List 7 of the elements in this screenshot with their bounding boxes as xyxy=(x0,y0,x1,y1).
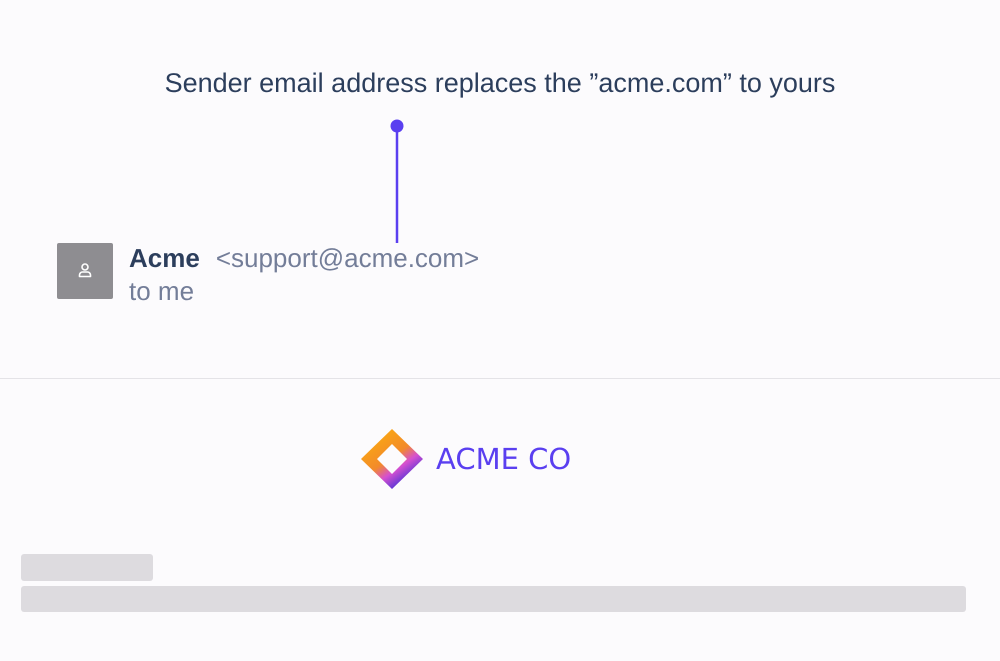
logo-text: ACME CO xyxy=(436,441,572,478)
avatar-icon xyxy=(57,243,113,299)
annotation-text: Sender email address replaces the ”acme.com” to yours xyxy=(164,67,836,99)
sender-name: Acme xyxy=(129,243,200,273)
sender-address: <support@acme.com> xyxy=(216,243,480,273)
recipient-text: to me xyxy=(129,276,194,306)
diamond-logo-icon xyxy=(361,429,423,489)
